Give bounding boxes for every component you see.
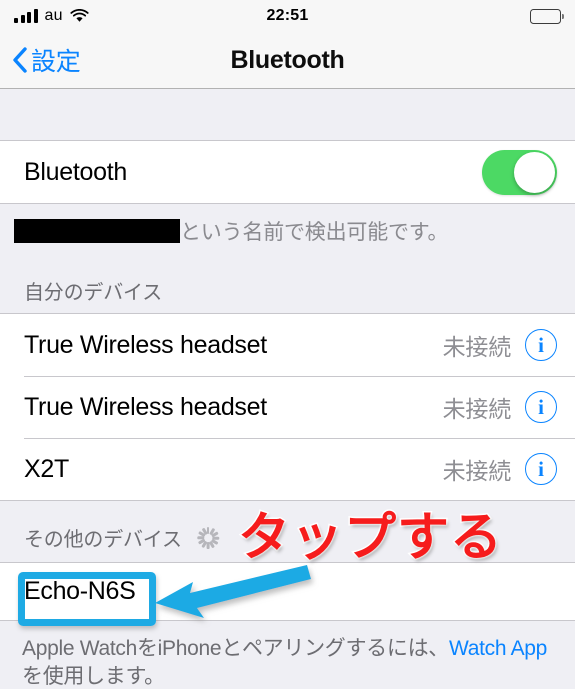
bluetooth-row-right — [482, 149, 557, 195]
device-row[interactable]: True Wireless headset 未接続 i — [0, 376, 575, 438]
redacted-device-name — [14, 219, 180, 243]
device-name: X2T — [24, 454, 69, 483]
my-devices-header-label: 自分のデバイス — [24, 282, 162, 304]
watch-pairing-footer: Apple WatchをiPhoneとペアリングするには、Watch App を使… — [0, 621, 575, 689]
back-button[interactable]: 設定 — [0, 42, 81, 78]
spacer-top — [0, 89, 575, 140]
status-bar: au 22:51 — [0, 0, 575, 32]
device-row[interactable]: X2T 未接続 i — [0, 438, 575, 500]
discoverable-note-text: という名前で検出可能です。 — [180, 221, 449, 244]
device-row-right: 未接続 i — [443, 328, 557, 362]
info-circle-icon[interactable]: i — [525, 453, 557, 485]
device-row-right: 未接続 i — [443, 390, 557, 424]
device-status: 未接続 — [442, 396, 512, 422]
back-button-label: 設定 — [31, 48, 81, 76]
navigation-bar: 設定 Bluetooth — [0, 32, 575, 89]
other-devices-header: その他のデバイス — [0, 501, 575, 562]
device-name: True Wireless headset — [24, 330, 267, 359]
my-devices-group: True Wireless headset 未接続 i True Wireles… — [0, 313, 575, 501]
info-circle-icon[interactable]: i — [525, 329, 557, 361]
device-name: True Wireless headset — [24, 392, 267, 421]
other-devices-group: Echo-N6S — [0, 562, 575, 621]
status-bar-left: au — [14, 7, 89, 25]
activity-spinner-icon — [196, 526, 220, 550]
status-bar-right — [530, 8, 565, 24]
info-circle-icon[interactable]: i — [525, 391, 557, 423]
page-title: Bluetooth — [230, 45, 345, 74]
bluetooth-toggle-knob — [514, 151, 555, 193]
other-device-row[interactable]: Echo-N6S — [0, 563, 575, 620]
bluetooth-toggle[interactable] — [482, 149, 557, 195]
device-row-right: 未接続 i — [443, 452, 557, 486]
discoverable-note: という名前で検出可能です。 — [0, 204, 575, 260]
wifi-icon — [70, 9, 89, 23]
bluetooth-toggle-group: Bluetooth — [0, 140, 575, 204]
iphone-screen: au 22:51 設定 Bluetooth Bluetooth という名前で検出… — [0, 0, 575, 689]
footer-text-after: を使用します。 — [22, 665, 165, 689]
footer-text-before: Apple WatchをiPhoneとペアリングするには、 — [22, 637, 449, 660]
carrier-label: au — [44, 7, 63, 24]
signal-bars-icon — [14, 9, 38, 23]
chevron-left-icon — [11, 46, 28, 74]
my-devices-header: 自分のデバイス — [0, 260, 575, 313]
device-status: 未接続 — [442, 458, 512, 484]
bluetooth-label: Bluetooth — [24, 157, 127, 186]
other-device-name: Echo-N6S — [24, 577, 136, 605]
bluetooth-row[interactable]: Bluetooth — [0, 141, 575, 203]
battery-icon — [530, 8, 565, 24]
other-devices-header-label: その他のデバイス — [24, 529, 182, 551]
watch-app-link[interactable]: Watch App — [449, 637, 547, 660]
device-row[interactable]: True Wireless headset 未接続 i — [0, 314, 575, 376]
device-status: 未接続 — [442, 334, 512, 360]
